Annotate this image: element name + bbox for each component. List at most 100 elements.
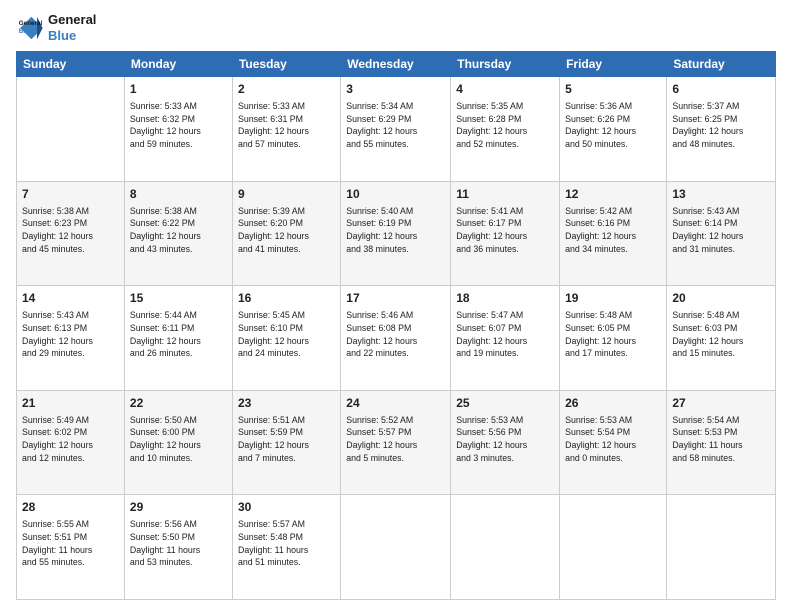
day-number: 28 xyxy=(22,499,119,516)
day-number: 18 xyxy=(456,290,554,307)
day-info: Sunrise: 5:39 AMSunset: 6:20 PMDaylight:… xyxy=(238,205,335,256)
day-number: 5 xyxy=(565,81,661,98)
day-info: Sunrise: 5:38 AMSunset: 6:23 PMDaylight:… xyxy=(22,205,119,256)
day-number: 24 xyxy=(346,395,445,412)
calendar-cell: 23 Sunrise: 5:51 AMSunset: 5:59 PMDayligh… xyxy=(232,390,340,495)
day-info: Sunrise: 5:43 AMSunset: 6:13 PMDaylight:… xyxy=(22,309,119,360)
calendar-cell: 19Sunrise: 5:48 AMSunset: 6:05 PMDayligh… xyxy=(560,286,667,391)
calendar-cell: 29 Sunrise: 5:56 AMSunset: 5:50 PMDayligh… xyxy=(124,495,232,600)
calendar-cell: 5 Sunrise: 5:36 AMSunset: 6:26 PMDaylight… xyxy=(560,77,667,182)
day-info: Sunrise: 5:47 AMSunset: 6:07 PMDaylight:… xyxy=(456,309,554,360)
calendar-cell xyxy=(560,495,667,600)
day-number: 1 xyxy=(130,81,227,98)
calendar-week-1: 1 Sunrise: 5:33 AMSunset: 6:32 PMDaylight… xyxy=(17,77,776,182)
calendar-week-5: 28 Sunrise: 5:55 AMSunset: 5:51 PMDayligh… xyxy=(17,495,776,600)
day-info: Sunrise: 5:46 AMSunset: 6:08 PMDaylight:… xyxy=(346,309,445,360)
day-number: 8 xyxy=(130,186,227,203)
calendar-week-3: 14 Sunrise: 5:43 AMSunset: 6:13 PMDayligh… xyxy=(17,286,776,391)
day-number: 9 xyxy=(238,186,335,203)
day-number: 13 xyxy=(672,186,770,203)
calendar-week-2: 7 Sunrise: 5:38 AMSunset: 6:23 PMDaylight… xyxy=(17,181,776,286)
calendar-cell xyxy=(451,495,560,600)
column-header-friday: Friday xyxy=(560,52,667,77)
calendar-cell: 18 Sunrise: 5:47 AMSunset: 6:07 PMDayligh… xyxy=(451,286,560,391)
calendar-cell: 2Sunrise: 5:33 AMSunset: 6:31 PMDaylight… xyxy=(232,77,340,182)
calendar-cell: 4Sunrise: 5:35 AMSunset: 6:28 PMDaylight… xyxy=(451,77,560,182)
day-info: Sunrise: 5:57 AMSunset: 5:48 PMDaylight:… xyxy=(238,518,335,569)
day-number: 22 xyxy=(130,395,227,412)
day-info: Sunrise: 5:49 AMSunset: 6:02 PMDaylight:… xyxy=(22,414,119,465)
calendar-cell: 7 Sunrise: 5:38 AMSunset: 6:23 PMDaylight… xyxy=(17,181,125,286)
day-number: 16 xyxy=(238,290,335,307)
day-number: 27 xyxy=(672,395,770,412)
column-header-monday: Monday xyxy=(124,52,232,77)
calendar-cell xyxy=(17,77,125,182)
calendar-cell: 13 Sunrise: 5:43 AMSunset: 6:14 PMDayligh… xyxy=(667,181,776,286)
calendar-cell: 3 Sunrise: 5:34 AMSunset: 6:29 PMDaylight… xyxy=(341,77,451,182)
logo-text: General Blue xyxy=(48,12,96,43)
day-number: 7 xyxy=(22,186,119,203)
day-number: 25 xyxy=(456,395,554,412)
day-info: Sunrise: 5:33 AMSunset: 6:32 PMDaylight:… xyxy=(130,100,227,151)
day-info: Sunrise: 5:51 AMSunset: 5:59 PMDaylight:… xyxy=(238,414,335,465)
calendar-cell: 11Sunrise: 5:41 AMSunset: 6:17 PMDayligh… xyxy=(451,181,560,286)
calendar-cell: 30 Sunrise: 5:57 AMSunset: 5:48 PMDayligh… xyxy=(232,495,340,600)
day-info: Sunrise: 5:55 AMSunset: 5:51 PMDaylight:… xyxy=(22,518,119,569)
calendar-cell xyxy=(667,495,776,600)
day-info: Sunrise: 5:34 AMSunset: 6:29 PMDaylight:… xyxy=(346,100,445,151)
calendar-cell: 8 Sunrise: 5:38 AMSunset: 6:22 PMDaylight… xyxy=(124,181,232,286)
logo-icon: General Blue xyxy=(16,14,44,42)
calendar-cell: 10 Sunrise: 5:40 AMSunset: 6:19 PMDayligh… xyxy=(341,181,451,286)
day-number: 2 xyxy=(238,81,335,98)
day-info: Sunrise: 5:43 AMSunset: 6:14 PMDaylight:… xyxy=(672,205,770,256)
day-info: Sunrise: 5:53 AMSunset: 5:56 PMDaylight:… xyxy=(456,414,554,465)
day-info: Sunrise: 5:41 AMSunset: 6:17 PMDaylight:… xyxy=(456,205,554,256)
calendar-cell xyxy=(341,495,451,600)
day-info: Sunrise: 5:38 AMSunset: 6:22 PMDaylight:… xyxy=(130,205,227,256)
column-header-thursday: Thursday xyxy=(451,52,560,77)
calendar-cell: 15Sunrise: 5:44 AMSunset: 6:11 PMDayligh… xyxy=(124,286,232,391)
day-info: Sunrise: 5:50 AMSunset: 6:00 PMDaylight:… xyxy=(130,414,227,465)
day-info: Sunrise: 5:53 AMSunset: 5:54 PMDaylight:… xyxy=(565,414,661,465)
day-info: Sunrise: 5:48 AMSunset: 6:03 PMDaylight:… xyxy=(672,309,770,360)
calendar-header-row: SundayMondayTuesdayWednesdayThursdayFrid… xyxy=(17,52,776,77)
calendar-cell: 20Sunrise: 5:48 AMSunset: 6:03 PMDayligh… xyxy=(667,286,776,391)
day-number: 14 xyxy=(22,290,119,307)
column-header-saturday: Saturday xyxy=(667,52,776,77)
calendar-cell: 27 Sunrise: 5:54 AMSunset: 5:53 PMDayligh… xyxy=(667,390,776,495)
header: General Blue General Blue xyxy=(16,12,776,43)
column-header-tuesday: Tuesday xyxy=(232,52,340,77)
calendar-cell: 9 Sunrise: 5:39 AMSunset: 6:20 PMDaylight… xyxy=(232,181,340,286)
calendar-cell: 17 Sunrise: 5:46 AMSunset: 6:08 PMDayligh… xyxy=(341,286,451,391)
day-number: 26 xyxy=(565,395,661,412)
calendar-cell: 28 Sunrise: 5:55 AMSunset: 5:51 PMDayligh… xyxy=(17,495,125,600)
calendar-cell: 26 Sunrise: 5:53 AMSunset: 5:54 PMDayligh… xyxy=(560,390,667,495)
day-number: 30 xyxy=(238,499,335,516)
day-info: Sunrise: 5:40 AMSunset: 6:19 PMDaylight:… xyxy=(346,205,445,256)
day-info: Sunrise: 5:44 AMSunset: 6:11 PMDaylight:… xyxy=(130,309,227,360)
day-info: Sunrise: 5:54 AMSunset: 5:53 PMDaylight:… xyxy=(672,414,770,465)
page: General Blue General Blue SundayMondayTu… xyxy=(0,0,792,612)
day-number: 23 xyxy=(238,395,335,412)
calendar-cell: 1 Sunrise: 5:33 AMSunset: 6:32 PMDaylight… xyxy=(124,77,232,182)
day-info: Sunrise: 5:35 AMSunset: 6:28 PMDaylight:… xyxy=(456,100,554,151)
day-info: Sunrise: 5:42 AMSunset: 6:16 PMDaylight:… xyxy=(565,205,661,256)
day-info: Sunrise: 5:37 AMSunset: 6:25 PMDaylight:… xyxy=(672,100,770,151)
day-number: 19 xyxy=(565,290,661,307)
calendar-cell: 22 Sunrise: 5:50 AMSunset: 6:00 PMDayligh… xyxy=(124,390,232,495)
svg-text:General: General xyxy=(19,20,43,27)
day-number: 10 xyxy=(346,186,445,203)
day-info: Sunrise: 5:56 AMSunset: 5:50 PMDaylight:… xyxy=(130,518,227,569)
calendar-cell: 14 Sunrise: 5:43 AMSunset: 6:13 PMDayligh… xyxy=(17,286,125,391)
day-info: Sunrise: 5:36 AMSunset: 6:26 PMDaylight:… xyxy=(565,100,661,151)
day-number: 17 xyxy=(346,290,445,307)
calendar-week-4: 21Sunrise: 5:49 AMSunset: 6:02 PMDayligh… xyxy=(17,390,776,495)
logo: General Blue General Blue xyxy=(16,12,96,43)
day-number: 3 xyxy=(346,81,445,98)
day-number: 12 xyxy=(565,186,661,203)
column-header-wednesday: Wednesday xyxy=(341,52,451,77)
day-number: 29 xyxy=(130,499,227,516)
day-info: Sunrise: 5:52 AMSunset: 5:57 PMDaylight:… xyxy=(346,414,445,465)
day-number: 6 xyxy=(672,81,770,98)
calendar-cell: 24 Sunrise: 5:52 AMSunset: 5:57 PMDayligh… xyxy=(341,390,451,495)
